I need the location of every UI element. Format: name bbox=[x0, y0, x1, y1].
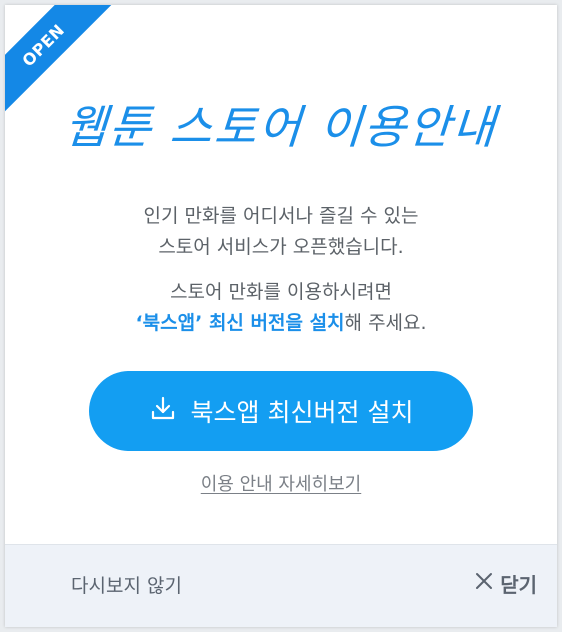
download-icon bbox=[149, 394, 191, 428]
dont-show-again-button[interactable]: 다시보지 않기 bbox=[71, 571, 182, 598]
guide-detail-link[interactable]: 이용 안내 자세히보기 bbox=[201, 474, 361, 495]
install-button-label: 북스앱 최신버전 설치 bbox=[190, 398, 414, 427]
modal-footer: 다시보지 않기 닫기 bbox=[5, 544, 557, 627]
modal-title: 웹툰 스토어 이용안내 bbox=[62, 100, 499, 154]
description-line-4-rest: 해 주세요. bbox=[344, 312, 427, 334]
store-guide-modal: OPEN 웹툰 스토어 이용안내 인기 만화를 어디서나 즐길 수 있는 스토어… bbox=[5, 5, 557, 627]
bookapp-highlight: ‘북스앱’ 최신 버전을 설치 bbox=[135, 312, 345, 334]
description-line-3: 스토어 만화를 이용하시려면 bbox=[170, 281, 392, 303]
guide-link-row: 이용 안내 자세히보기 bbox=[5, 470, 557, 496]
close-icon bbox=[474, 571, 500, 596]
description-line-2: 스토어 서비스가 오픈했습니다. bbox=[158, 236, 404, 258]
description-line-1: 인기 만화를 어디서나 즐길 수 있는 bbox=[143, 205, 419, 227]
open-ribbon-label: OPEN bbox=[18, 20, 68, 70]
close-button[interactable]: 닫기 bbox=[474, 569, 537, 598]
install-bookapp-button[interactable]: 북스앱 최신버전 설치 bbox=[89, 371, 473, 451]
close-label: 닫기 bbox=[500, 573, 537, 597]
description-line-4: ‘북스앱’ 최신 버전을 설치해 주세요. bbox=[5, 308, 557, 339]
description-block-1: 인기 만화를 어디서나 즐길 수 있는 스토어 서비스가 오픈했습니다. bbox=[5, 201, 557, 263]
description-block-2: 스토어 만화를 이용하시려면 ‘북스앱’ 최신 버전을 설치해 주세요. bbox=[5, 277, 557, 339]
